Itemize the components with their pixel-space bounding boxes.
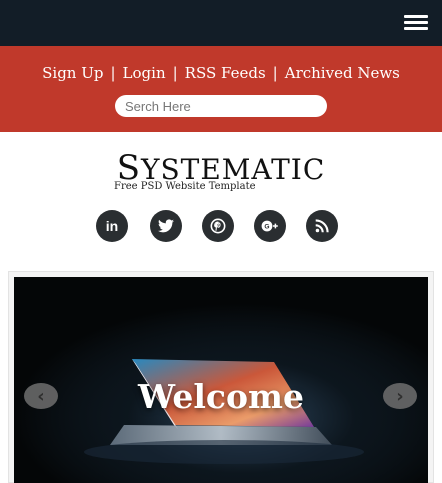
pinterest-icon[interactable] — [202, 210, 234, 242]
linkedin-icon[interactable]: in — [96, 210, 128, 242]
google-plus-icon[interactable]: G — [254, 210, 286, 242]
chevron-left-icon: ‹ — [37, 385, 45, 407]
chevron-right-icon: › — [396, 385, 404, 407]
hero-slider[interactable]: Welcome ‹ › — [14, 277, 428, 483]
google-plus-glyph: G — [261, 220, 278, 232]
hamburger-menu-icon[interactable] — [404, 15, 428, 31]
nav-separator: | — [272, 64, 278, 82]
search-input[interactable] — [115, 95, 327, 117]
rss-glyph — [315, 219, 329, 233]
nav-link-signup[interactable]: Sign Up — [42, 64, 103, 82]
slider-next-button[interactable]: › — [383, 383, 417, 409]
top-bar — [0, 0, 442, 46]
nav-link-rss-feeds[interactable]: RSS Feeds — [185, 64, 266, 82]
twitter-bird-glyph — [158, 219, 174, 233]
slider-caption: Welcome — [138, 377, 304, 416]
nav-link-archived-news[interactable]: Archived News — [285, 64, 400, 82]
site-tagline: Free PSD Website Template — [114, 181, 256, 192]
top-nav: Sign Up | Login | RSS Feeds | Archived News — [0, 64, 442, 82]
twitter-icon[interactable] — [150, 210, 182, 242]
nav-link-login[interactable]: Login — [123, 64, 166, 82]
nav-separator: | — [110, 64, 116, 82]
svg-text:G: G — [264, 223, 269, 230]
red-header-bar: Sign Up | Login | RSS Feeds | Archived News — [0, 46, 442, 132]
rss-icon[interactable] — [306, 210, 338, 242]
social-icons: in G — [96, 210, 346, 242]
nav-separator: | — [172, 64, 178, 82]
slider-prev-button[interactable]: ‹ — [24, 383, 58, 409]
pinterest-glyph — [210, 218, 226, 234]
